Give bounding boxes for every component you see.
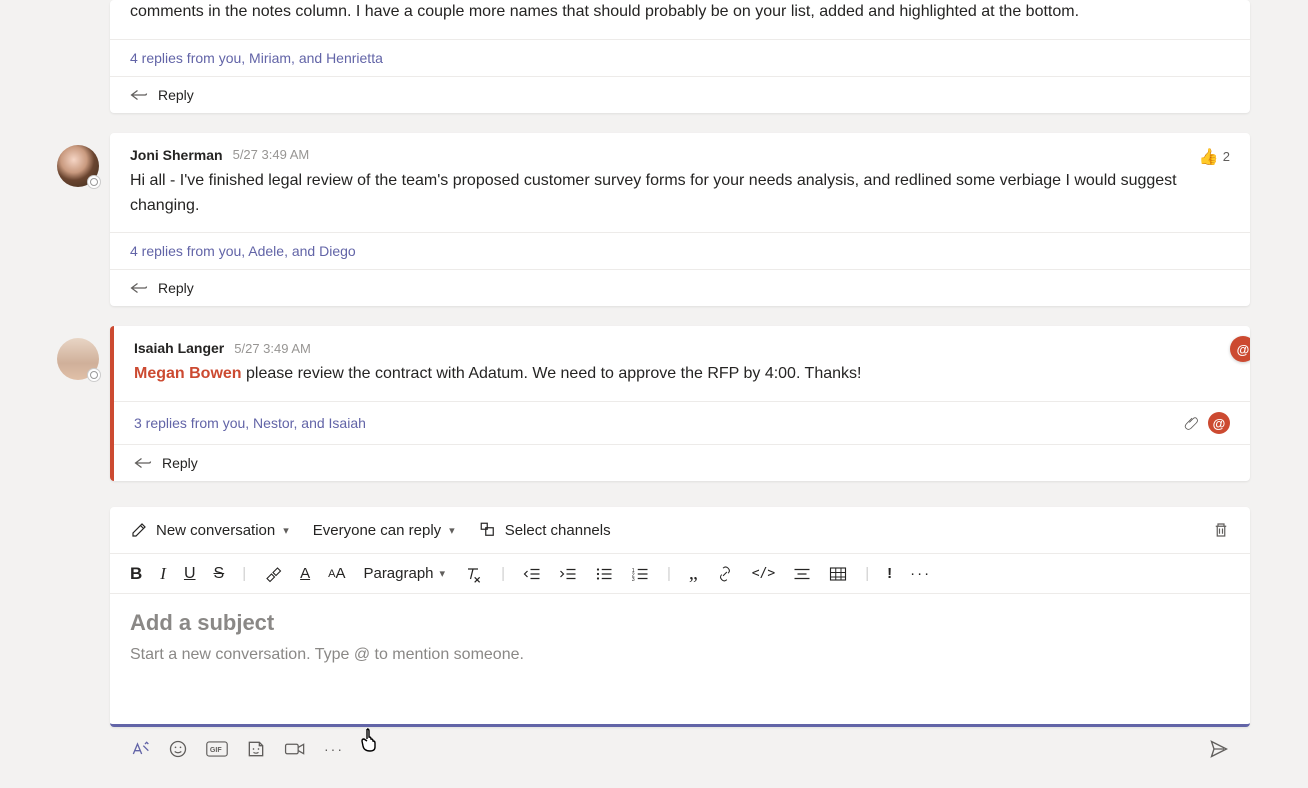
message-row: @ Isaiah Langer 5/27 3:49 AM Megan Bowen… bbox=[46, 326, 1250, 481]
message-body: Hi all - I've finished legal review of t… bbox=[130, 169, 1230, 219]
reply-arrow-icon bbox=[130, 88, 148, 102]
align-button[interactable] bbox=[793, 566, 811, 582]
message-card: Joni Sherman 5/27 3:49 AM 👍 2 Hi all - I… bbox=[110, 133, 1250, 307]
message-card: comments in the notes column. I have a c… bbox=[110, 0, 1250, 113]
clear-formatting-button[interactable] bbox=[463, 565, 483, 583]
link-button[interactable] bbox=[716, 565, 734, 583]
reply-button[interactable]: Reply bbox=[110, 269, 1250, 306]
attachment-icon bbox=[1184, 415, 1200, 431]
more-format-button[interactable]: ··· bbox=[910, 565, 931, 582]
paragraph-dropdown[interactable]: Paragraph ▾ bbox=[363, 565, 445, 582]
presence-offline-icon bbox=[87, 368, 101, 382]
chevron-down-icon: ▾ bbox=[283, 524, 289, 537]
separator: | bbox=[501, 565, 505, 582]
emoji-button[interactable] bbox=[168, 739, 188, 759]
message-input[interactable]: Start a new conversation. Type @ to ment… bbox=[130, 646, 1230, 664]
strikethrough-button[interactable]: S bbox=[214, 565, 225, 583]
thumbs-up-icon: 👍 bbox=[1199, 147, 1219, 167]
new-conversation-label: New conversation bbox=[156, 522, 275, 539]
compose-icon bbox=[130, 521, 148, 539]
separator: | bbox=[865, 565, 869, 582]
separator: | bbox=[667, 565, 671, 582]
chevron-down-icon: ▾ bbox=[449, 524, 455, 537]
reply-label: Reply bbox=[158, 87, 194, 103]
message-author[interactable]: Isaiah Langer bbox=[134, 340, 224, 356]
outdent-button[interactable] bbox=[523, 566, 541, 582]
replies-link[interactable]: 3 replies from you, Nestor, and Isaiah @ bbox=[110, 401, 1250, 444]
font-size-button[interactable]: AA bbox=[328, 565, 345, 582]
message-body: comments in the notes column. I have a c… bbox=[130, 0, 1230, 25]
message-body: Megan Bowen please review the contract w… bbox=[134, 362, 1230, 387]
svg-text:GIF: GIF bbox=[210, 747, 222, 754]
compose-box: New conversation ▾ Everyone can reply ▾ … bbox=[110, 507, 1250, 727]
replies-link[interactable]: 4 replies from you, Miriam, and Henriett… bbox=[110, 39, 1250, 76]
message-body-text: please review the contract with Adatum. … bbox=[242, 365, 862, 382]
user-mention[interactable]: Megan Bowen bbox=[134, 365, 242, 382]
reaction-count[interactable]: 👍 2 bbox=[1199, 147, 1230, 167]
underline-button[interactable]: U bbox=[184, 565, 196, 583]
subject-input[interactable]: Add a subject bbox=[130, 610, 1230, 636]
gif-button[interactable]: GIF bbox=[206, 740, 228, 758]
message-row: comments in the notes column. I have a c… bbox=[46, 0, 1250, 113]
reply-arrow-icon bbox=[130, 281, 148, 295]
avatar[interactable] bbox=[57, 145, 99, 187]
message-timestamp: 5/27 3:49 AM bbox=[233, 147, 310, 162]
send-button[interactable] bbox=[1208, 739, 1230, 759]
svg-text:3: 3 bbox=[632, 576, 635, 581]
reply-button[interactable]: Reply bbox=[114, 444, 1250, 481]
cursor-icon bbox=[358, 727, 382, 753]
highlight-button[interactable] bbox=[264, 565, 282, 583]
format-toggle-button[interactable] bbox=[130, 739, 150, 759]
select-channels-label: Select channels bbox=[505, 522, 611, 539]
quote-button[interactable]: „ bbox=[689, 562, 698, 585]
font-color-button[interactable]: A bbox=[300, 565, 310, 582]
replies-link[interactable]: 4 replies from you, Adele, and Diego bbox=[110, 232, 1250, 269]
presence-offline-icon bbox=[87, 175, 101, 189]
reaction-number: 2 bbox=[1223, 149, 1230, 164]
bullet-list-button[interactable] bbox=[595, 566, 613, 582]
reply-label: Reply bbox=[158, 280, 194, 296]
chevron-down-icon: ▾ bbox=[440, 567, 446, 580]
mention-badge-icon: @ bbox=[1208, 412, 1230, 434]
format-toolbar: B I U S | A AA Paragraph ▾ | 123 | „ </>… bbox=[110, 554, 1250, 594]
paragraph-label: Paragraph bbox=[363, 565, 433, 582]
indent-button[interactable] bbox=[559, 566, 577, 582]
code-button[interactable]: </> bbox=[752, 566, 775, 581]
replies-text: 3 replies from you, Nestor, and Isaiah bbox=[134, 415, 366, 431]
new-conversation-dropdown[interactable]: New conversation ▾ bbox=[130, 521, 289, 539]
reply-label: Reply bbox=[162, 455, 198, 471]
reply-arrow-icon bbox=[134, 456, 152, 470]
reply-permission-dropdown[interactable]: Everyone can reply ▾ bbox=[313, 522, 455, 539]
italic-button[interactable]: I bbox=[160, 564, 166, 584]
separator: | bbox=[242, 565, 246, 582]
message-row: Joni Sherman 5/27 3:49 AM 👍 2 Hi all - I… bbox=[46, 133, 1250, 307]
channels-icon bbox=[479, 521, 497, 539]
message-author[interactable]: Joni Sherman bbox=[130, 147, 223, 163]
message-card: @ Isaiah Langer 5/27 3:49 AM Megan Bowen… bbox=[110, 326, 1250, 481]
replies-text: 4 replies from you, Miriam, and Henriett… bbox=[130, 50, 383, 66]
meet-now-button[interactable] bbox=[284, 740, 306, 758]
select-channels-button[interactable]: Select channels bbox=[479, 521, 611, 539]
more-actions-button[interactable]: ··· bbox=[324, 741, 344, 757]
reply-button[interactable]: Reply bbox=[110, 76, 1250, 113]
replies-text: 4 replies from you, Adele, and Diego bbox=[130, 243, 356, 259]
table-button[interactable] bbox=[829, 566, 847, 582]
important-button[interactable]: ! bbox=[887, 565, 892, 582]
delete-icon[interactable] bbox=[1212, 521, 1230, 539]
sticker-button[interactable] bbox=[246, 739, 266, 759]
bold-button[interactable]: B bbox=[130, 564, 142, 584]
message-timestamp: 5/27 3:49 AM bbox=[234, 341, 311, 356]
numbered-list-button[interactable]: 123 bbox=[631, 566, 649, 582]
avatar[interactable] bbox=[57, 338, 99, 380]
reply-permission-label: Everyone can reply bbox=[313, 522, 441, 539]
